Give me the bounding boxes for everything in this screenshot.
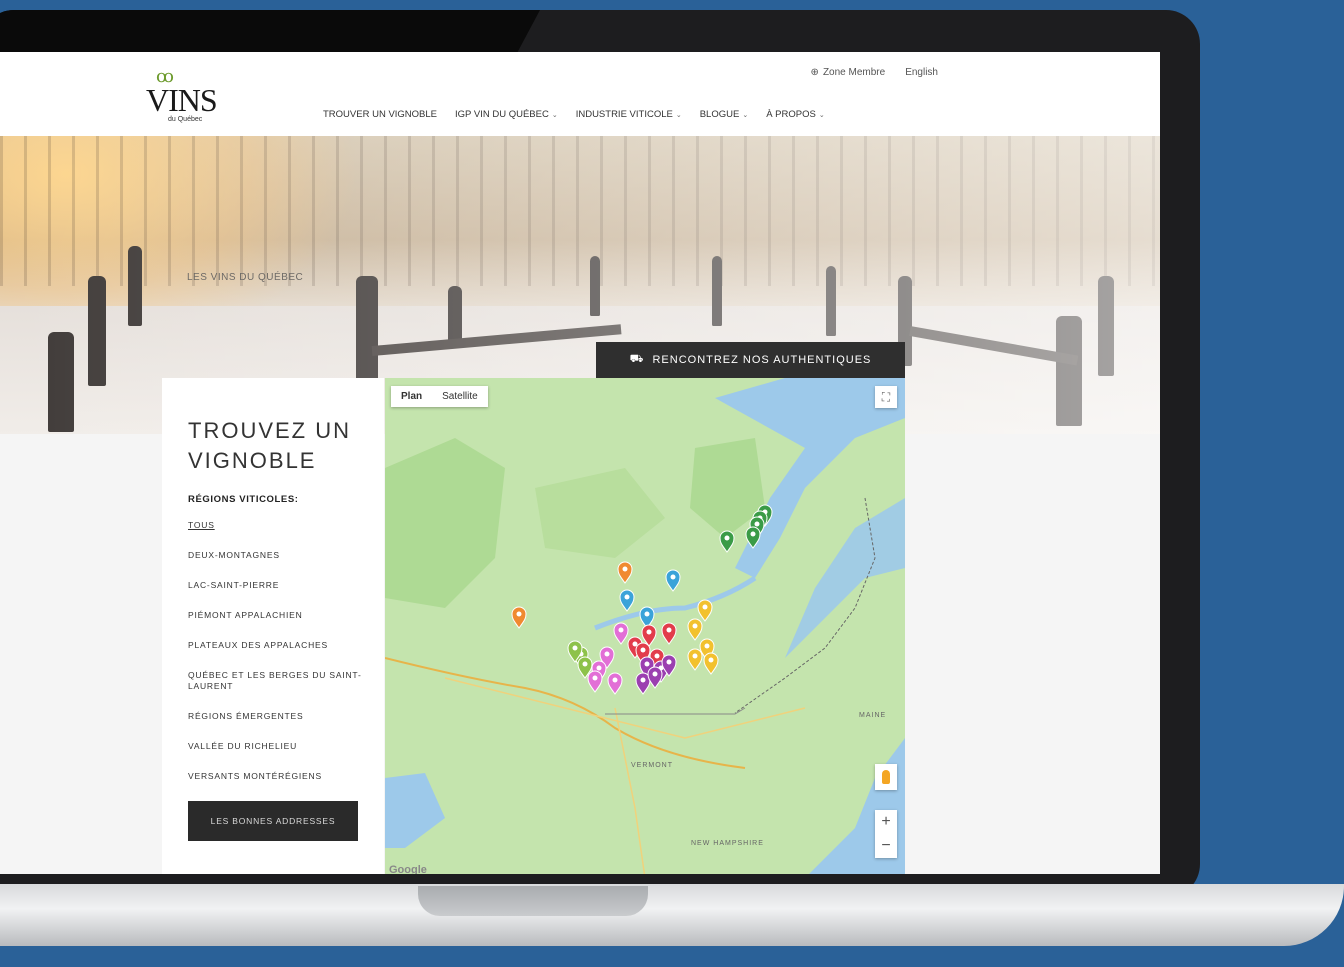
map-pin-dot [666,659,672,665]
map-pin-dot [704,643,710,649]
chevron-down-icon: ⌄ [675,111,682,119]
logo-text: VINS [146,82,218,118]
map-pin-dot [652,671,658,677]
map-pin-dot [618,627,624,633]
map-pin-dot [640,647,646,653]
region-list: TOUS DEUX-MONTAGNES LAC-SAINT-PIERRE PIÉ… [188,520,368,801]
nav-item-industrie[interactable]: INDUSTRIE VITICOLE ⌄ [576,109,682,120]
map-pin-dot [572,645,578,651]
map-pin-dot [724,535,730,541]
map-tab-satellite[interactable]: Satellite [432,386,488,407]
laptop-base [0,884,1344,946]
region-filter-deux-montagnes[interactable]: DEUX-MONTAGNES [188,550,368,561]
nav-label: TROUVER UN VIGNOBLE [323,109,438,120]
map-label-new-hampshire: NEW HAMPSHIRE [691,840,764,847]
nav-label: INDUSTRIE VITICOLE [575,109,673,120]
region-filter-quebec-berges[interactable]: QUÉBEC ET LES BERGES DU SAINT-LAURENT [188,670,368,692]
map-pin-dot [646,629,652,635]
map-pin-dot [644,661,650,667]
map-tab-plan[interactable]: Plan [391,386,432,407]
map-pin-dot [708,657,714,663]
language-switch-link[interactable]: English [905,67,938,78]
nav-label: BLOGUE [699,109,740,120]
map-pin-dot [640,677,646,683]
map-pin-dot [632,641,638,647]
vineyard-finder-panel: TROUVEZ UN VIGNOBLE RÉGIONS VITICOLES: T… [162,378,384,874]
map-pin-dot [754,521,760,527]
map-label-vermont: VERMONT [631,762,673,769]
site-logo[interactable]: ꝏ VINS du Québec [140,66,224,126]
map-pin-dot [612,677,618,683]
map-pin-dot [644,611,650,617]
map-pin-dot [582,661,588,667]
laptop-opening-notch [418,886,648,916]
map-pin-dot [666,627,672,633]
language-label: English [905,67,938,78]
site-header: ꝏ VINS du Québec ⊕ Zone Membre English T… [0,52,1160,136]
zoom-out-button[interactable]: − [875,834,897,858]
map-pin-dot [654,653,660,659]
vineyard-map[interactable]: VERMONT MAINE NEW HAMPSHIRE Plan Satelli… [385,378,905,874]
hero-caption: LES VINS DU QUÉBEC [187,272,304,283]
region-filter-tous[interactable]: TOUS [188,520,368,531]
map-pin-dot [592,675,598,681]
nav-item-a-propos[interactable]: À PROPOS ⌄ [766,109,825,120]
map-pin-dot [692,653,698,659]
nav-item-trouver-vignoble[interactable]: TROUVER UN VIGNOBLE [323,109,437,120]
map-pin-dot [622,566,628,572]
region-filter-plateaux-appalaches[interactable]: PLATEAUX DES APPALACHES [188,640,368,651]
google-attribution: Google [389,864,427,874]
map-pin-dot [750,531,756,537]
region-filter-lac-saint-pierre[interactable]: LAC-SAINT-PIERRE [188,580,368,591]
utility-nav: ⊕ Zone Membre English [811,67,938,78]
chevron-down-icon: ⌄ [551,111,558,119]
map-label-maine: MAINE [859,712,887,719]
member-zone-label: Zone Membre [822,67,886,78]
map-canvas [385,378,905,874]
nav-label: IGP VIN DU QUÉBEC [455,109,549,120]
browser-screen: ꝏ VINS du Québec ⊕ Zone Membre English T… [0,52,1160,874]
street-view-pegman-icon[interactable] [875,764,897,790]
logo-subtitle: du Québec [168,116,203,123]
map-type-control: Plan Satellite [391,386,488,407]
map-pin-dot [692,623,698,629]
regions-heading: RÉGIONS VITICOLES: [188,494,299,505]
globe-icon: ⊕ [810,67,819,78]
chevron-down-icon: ⌄ [742,111,749,119]
map-pin-dot [604,651,610,657]
region-filter-piemont-appalachien[interactable]: PIÉMONT APPALACHIEN [188,610,368,621]
map-pin-dot [516,611,522,617]
laptop-bezel-glare [0,10,540,52]
map-pin-dot [670,574,676,580]
main-nav: TROUVER UN VIGNOBLE IGP VIN DU QUÉBEC ⌄ … [323,109,825,120]
fullscreen-icon[interactable]: ⛶ [875,386,897,408]
tractor-icon: ⛟ [629,353,645,365]
map-pin-dot [596,665,602,671]
chevron-down-icon: ⌄ [818,111,825,119]
good-addresses-button[interactable]: LES BONNES ADDRESSES [188,801,358,841]
zoom-in-button[interactable]: + [875,810,897,834]
region-filter-versants-monteregiens[interactable]: VERSANTS MONTÉRÉGIENS [188,771,368,782]
map-pin-dot [624,594,630,600]
region-filter-vallee-richelieu[interactable]: VALLÉE DU RICHELIEU [188,741,368,752]
meet-authentics-button[interactable]: ⛟ RENCONTREZ NOS AUTHENTIQUES [596,342,905,378]
nav-item-blogue[interactable]: BLOGUE ⌄ [700,109,748,120]
nav-item-igp[interactable]: IGP VIN DU QUÉBEC ⌄ [455,109,558,120]
finder-title: TROUVEZ UN VIGNOBLE [188,418,351,473]
cta-label: RENCONTREZ NOS AUTHENTIQUES [652,354,872,366]
region-filter-regions-emergentes[interactable]: RÉGIONS ÉMERGENTES [188,711,368,722]
member-zone-link[interactable]: ⊕ Zone Membre [811,67,886,78]
map-pin-dot [702,604,708,610]
zoom-controls: + − [875,810,897,858]
nav-label: À PROPOS [766,109,816,120]
